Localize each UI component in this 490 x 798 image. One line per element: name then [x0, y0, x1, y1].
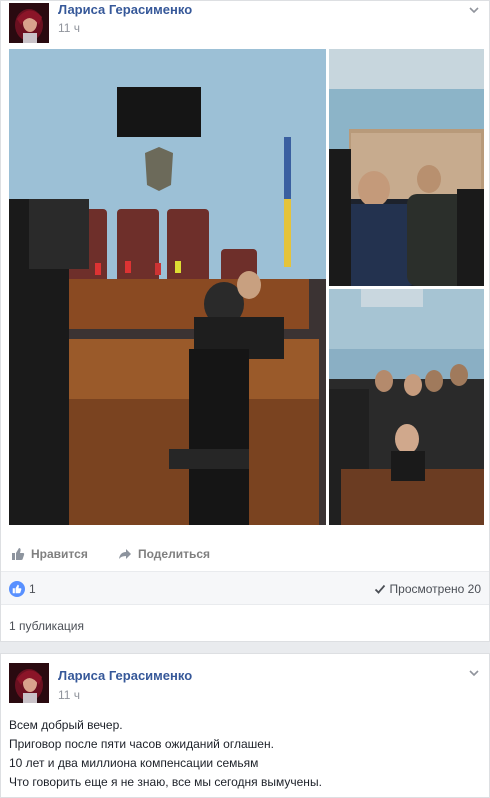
post-text-line: 10 лет и два миллиона компенсации семьям [9, 756, 259, 770]
photo-courtroom-crowd[interactable] [329, 49, 484, 286]
post-text-line: Приговор после пяти часов ожиданий оглаш… [9, 737, 274, 751]
publications-link[interactable]: 1 публикация [9, 619, 84, 633]
thumbs-up-icon [12, 548, 25, 560]
like-badge-icon[interactable] [9, 581, 25, 597]
share-button[interactable]: Поделиться [118, 545, 210, 563]
author-name[interactable]: Лариса Герасименко [58, 668, 192, 683]
avatar[interactable] [9, 663, 49, 703]
photo-post: Лариса Герасименко 11 ч Нравится Поделит… [0, 0, 490, 642]
share-arrow-icon [119, 549, 131, 559]
like-button-label: Нравится [31, 547, 88, 561]
checkmark-icon [374, 584, 385, 594]
like-button[interactable]: Нравится [11, 545, 88, 563]
post-stats-bar: 1 Просмотрено 20 [1, 571, 489, 605]
views-count[interactable]: Просмотрено 20 [374, 582, 481, 596]
author-name[interactable]: Лариса Герасименко [58, 2, 192, 17]
photo-courtroom-main[interactable] [9, 49, 326, 525]
post-text-line: Всем добрый вечер. [9, 718, 123, 732]
chevron-down-icon[interactable] [467, 3, 481, 17]
photo-courtroom-gallery[interactable] [329, 289, 484, 525]
share-button-label: Поделиться [138, 547, 211, 561]
views-label: Просмотрено 20 [389, 582, 481, 596]
chevron-down-icon[interactable] [467, 666, 481, 680]
post-body: Всем добрый вечер. Приговор после пяти ч… [9, 716, 322, 792]
avatar[interactable] [9, 3, 49, 43]
post-text-line: Что говорить еще я не знаю, все мы сегод… [9, 775, 322, 789]
text-post: Лариса Герасименко 11 ч Всем добрый вече… [0, 653, 490, 798]
post-time[interactable]: 11 ч [58, 688, 80, 702]
post-time[interactable]: 11 ч [58, 21, 80, 35]
like-count[interactable]: 1 [29, 582, 36, 596]
